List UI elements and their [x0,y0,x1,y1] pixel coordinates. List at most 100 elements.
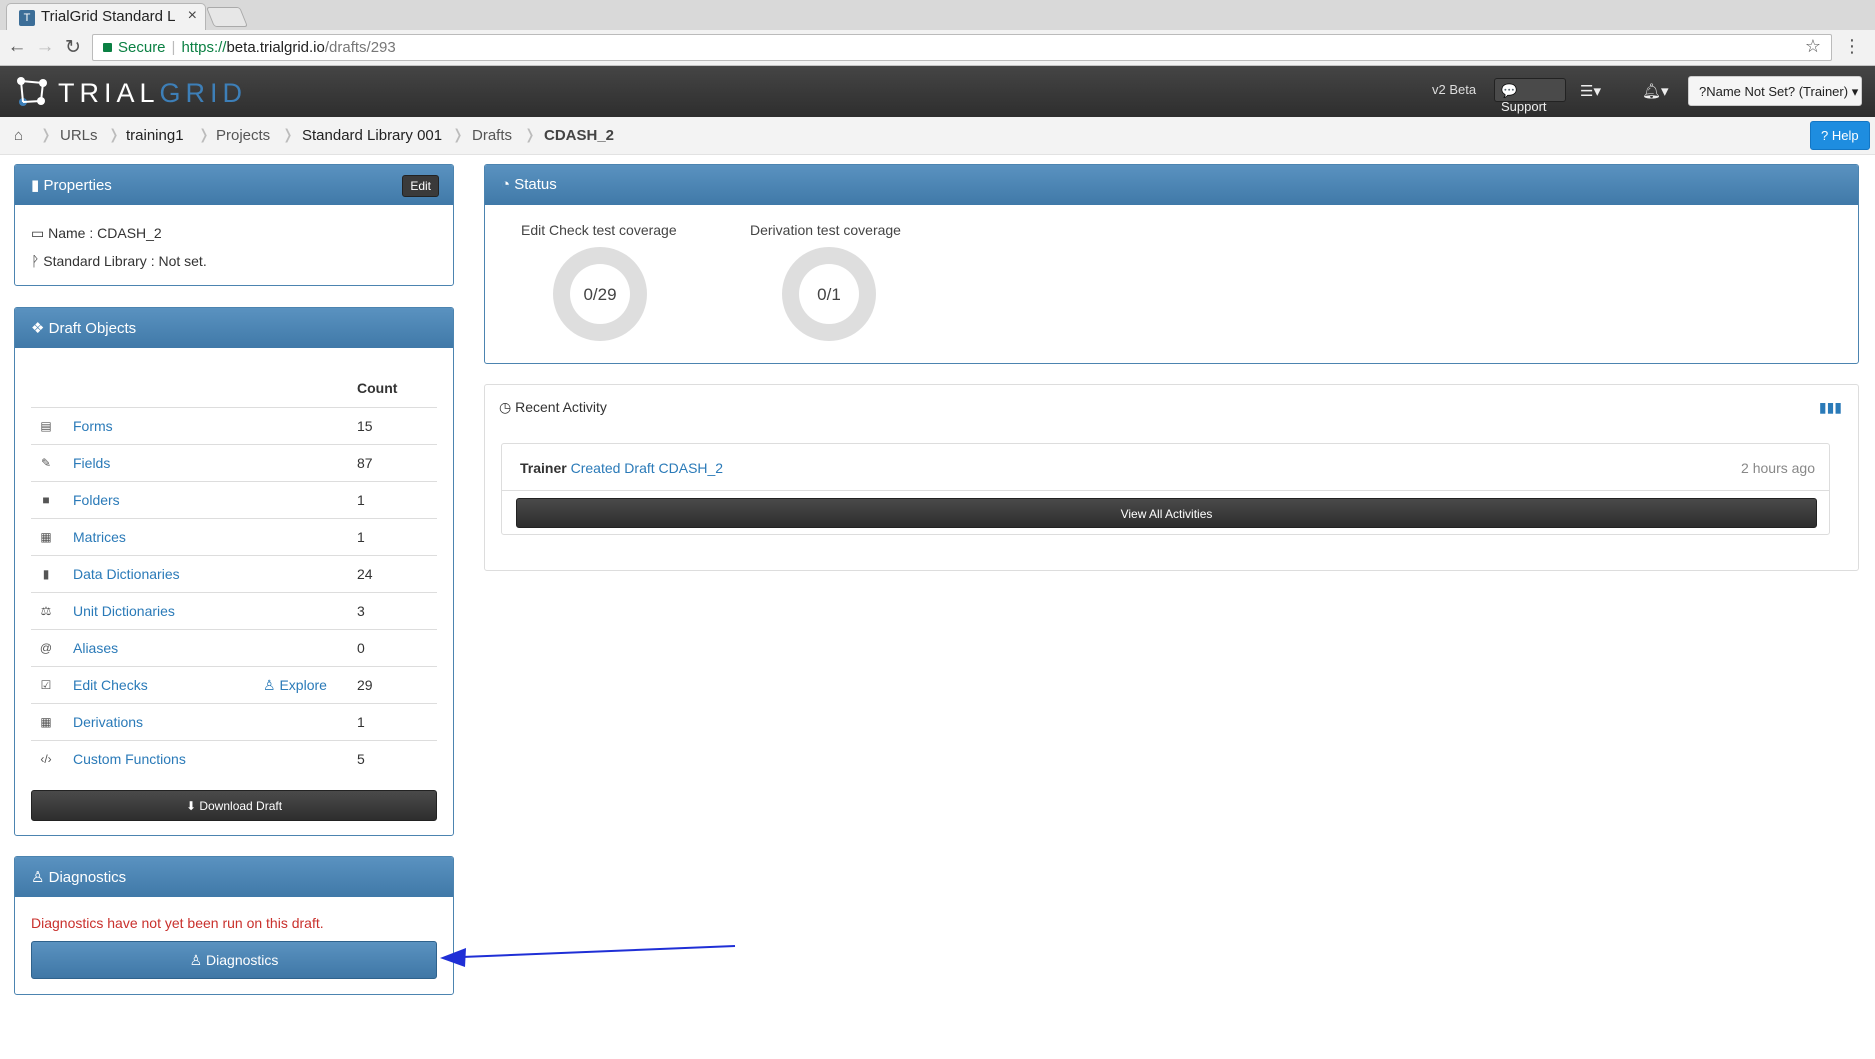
matrices-link[interactable]: Matrices [73,529,126,545]
secure-label: Secure [118,39,166,56]
list-item: Trainer Created Draft CDASH_2 [520,460,723,476]
status-panel: ◔ Status Edit Check test coverage 0/29 D… [484,164,1859,364]
logo-wordmark[interactable]: TRIALGRID [58,78,247,109]
browser-tab[interactable]: T TrialGrid Standard L × [6,3,206,30]
url-scheme: https:// [181,39,227,56]
grid-icon: ▦ [40,530,52,544]
edit-checks-link[interactable]: Edit Checks [73,677,148,693]
forms-link[interactable]: Forms [73,418,113,434]
browser-menu-icon[interactable]: ⋮ [1843,36,1861,57]
recent-activity-panel: ◷ Recent Activity ▮▮▮ Trainer Created Dr… [484,384,1859,571]
table-row: ⚖ Unit Dictionaries 3 [31,592,437,629]
breadcrumb-drafts[interactable]: Drafts [472,127,512,144]
back-icon[interactable]: ← [6,36,28,58]
pie-chart-icon: ◔ [501,176,511,193]
activity-list: Trainer Created Draft CDASH_2 2 hours ag… [501,443,1830,535]
table-row: ▦ Derivations 1 [31,703,437,740]
fields-link[interactable]: Fields [73,455,110,471]
forms-count: 15 [357,418,373,434]
new-tab-button[interactable] [205,7,249,27]
edit-icon: ✎ [40,456,52,470]
folders-link[interactable]: Folders [73,492,120,508]
bar-chart-icon[interactable]: ▮▮▮ [1819,399,1842,416]
table-row: ▦ Matrices 1 [31,518,437,555]
clock-icon: ◷ [499,399,512,415]
activity-time: 2 hours ago [1741,460,1815,476]
unit-dictionaries-link[interactable]: Unit Dictionaries [73,603,175,619]
list-menu-icon[interactable]: ☰▾ [1580,82,1601,100]
table-row: ☑ Edit Checks ♙ Explore 29 [31,666,437,703]
cubes-icon: ❖ [31,320,45,337]
data-dictionaries-link[interactable]: Data Dictionaries [73,566,180,582]
table-row: ✎ Fields 87 [31,444,437,481]
count-header: Count [357,380,398,396]
breadcrumb: ⌂ ❭ URLs ❭ training1 ❭ Projects ❭ Standa… [0,117,1875,155]
user-menu-button[interactable]: ?Name Not Set? (Trainer) ▾ [1688,76,1862,106]
properties-title: Properties [43,177,112,194]
diagnostics-button[interactable]: ♙ Diagnostics [31,941,437,979]
unit-dictionaries-count: 3 [357,603,365,619]
custom-functions-count: 5 [357,751,365,767]
table-row: ■ Folders 1 [31,481,437,518]
breadcrumb-standard-library[interactable]: Standard Library 001 [302,127,442,144]
support-button[interactable]: 💬 Support [1494,78,1566,114]
lock-icon [103,43,112,52]
table-row: ▤ Forms 15 [31,407,437,444]
chat-icon: 💬 [1501,83,1518,98]
trialgrid-logo-icon[interactable] [14,74,50,108]
reload-icon[interactable]: ↻ [62,36,84,59]
version-label: v2 Beta [1432,82,1477,97]
table-row: ‹/› Custom Functions 5 [31,740,437,777]
diagnostics-message: Diagnostics have not yet been run on thi… [31,915,324,931]
app-navbar: TRIALGRID v2 Beta 💬 Support ☰▾ 🔔︎▾ ?Name… [0,66,1875,117]
edit-checks-count: 29 [357,677,373,693]
name-line: Name : CDASH_2 [48,225,162,241]
logo-grid: GRID [159,78,248,108]
breadcrumb-training1[interactable]: training1 [126,127,184,144]
logo-trial: TRIAL [58,78,160,108]
download-draft-button[interactable]: ⬇ Download Draft [31,790,437,821]
flask-icon: ♙ [31,869,45,886]
activity-action-link[interactable]: Created Draft CDASH_2 [571,460,724,476]
trialgrid-favicon-icon: T [19,10,35,26]
custom-functions-link[interactable]: Custom Functions [73,751,186,767]
properties-header: ▮ Properties Edit [15,165,453,205]
table-row: ▮ Data Dictionaries 24 [31,555,437,592]
support-label: Support [1501,99,1547,114]
derivations-link[interactable]: Derivations [73,714,143,730]
help-button[interactable]: ? Help [1810,121,1870,150]
edit-check-coverage-value: 0/29 [583,285,617,304]
draft-objects-title: Draft Objects [48,320,137,337]
forward-icon[interactable]: → [34,36,56,58]
help-label: Help [1831,128,1859,143]
status-header: ◔ Status [485,165,1858,205]
download-icon: ⬇ [185,799,196,813]
recent-activity-title: Recent Activity [515,399,607,415]
explore-link[interactable]: ♙ Explore [263,677,327,694]
fields-count: 87 [357,455,373,471]
file-icon: ▤ [40,419,52,433]
activity-user: Trainer [520,460,567,476]
breadcrumb-current: CDASH_2 [544,127,615,144]
download-draft-label: Download Draft [199,799,283,813]
url-path: /drafts/293 [324,39,396,56]
flask-icon: ♙ [263,677,276,693]
folder-icon: ■ [42,493,50,507]
draft-objects-table: Count ▤ Forms 15 ✎ Fields 87 ■ Folders 1… [31,372,437,767]
address-bar[interactable]: Secure | https://beta.trialgrid.io/drafts/… [92,34,1832,61]
view-all-activities-button[interactable]: View All Activities [516,498,1817,528]
edit-button[interactable]: Edit [402,175,439,197]
breadcrumb-projects[interactable]: Projects [216,127,270,144]
tab-title: TrialGrid Standard L [41,8,176,25]
draft-objects-header: ❖ Draft Objects [15,308,453,348]
aliases-link[interactable]: Aliases [73,640,118,656]
matrices-count: 1 [357,529,365,545]
calculator-icon: ▦ [40,715,52,729]
branch-icon: ᚹ [31,253,40,269]
close-icon[interactable]: × [188,7,197,25]
bookmark-star-icon[interactable]: ☆ [1805,36,1821,57]
bell-icon[interactable]: 🔔︎▾ [1642,82,1669,100]
home-icon[interactable]: ⌂ [14,127,23,144]
breadcrumb-urls[interactable]: URLs [60,127,98,144]
library-line: Standard Library : Not set. [43,253,207,269]
